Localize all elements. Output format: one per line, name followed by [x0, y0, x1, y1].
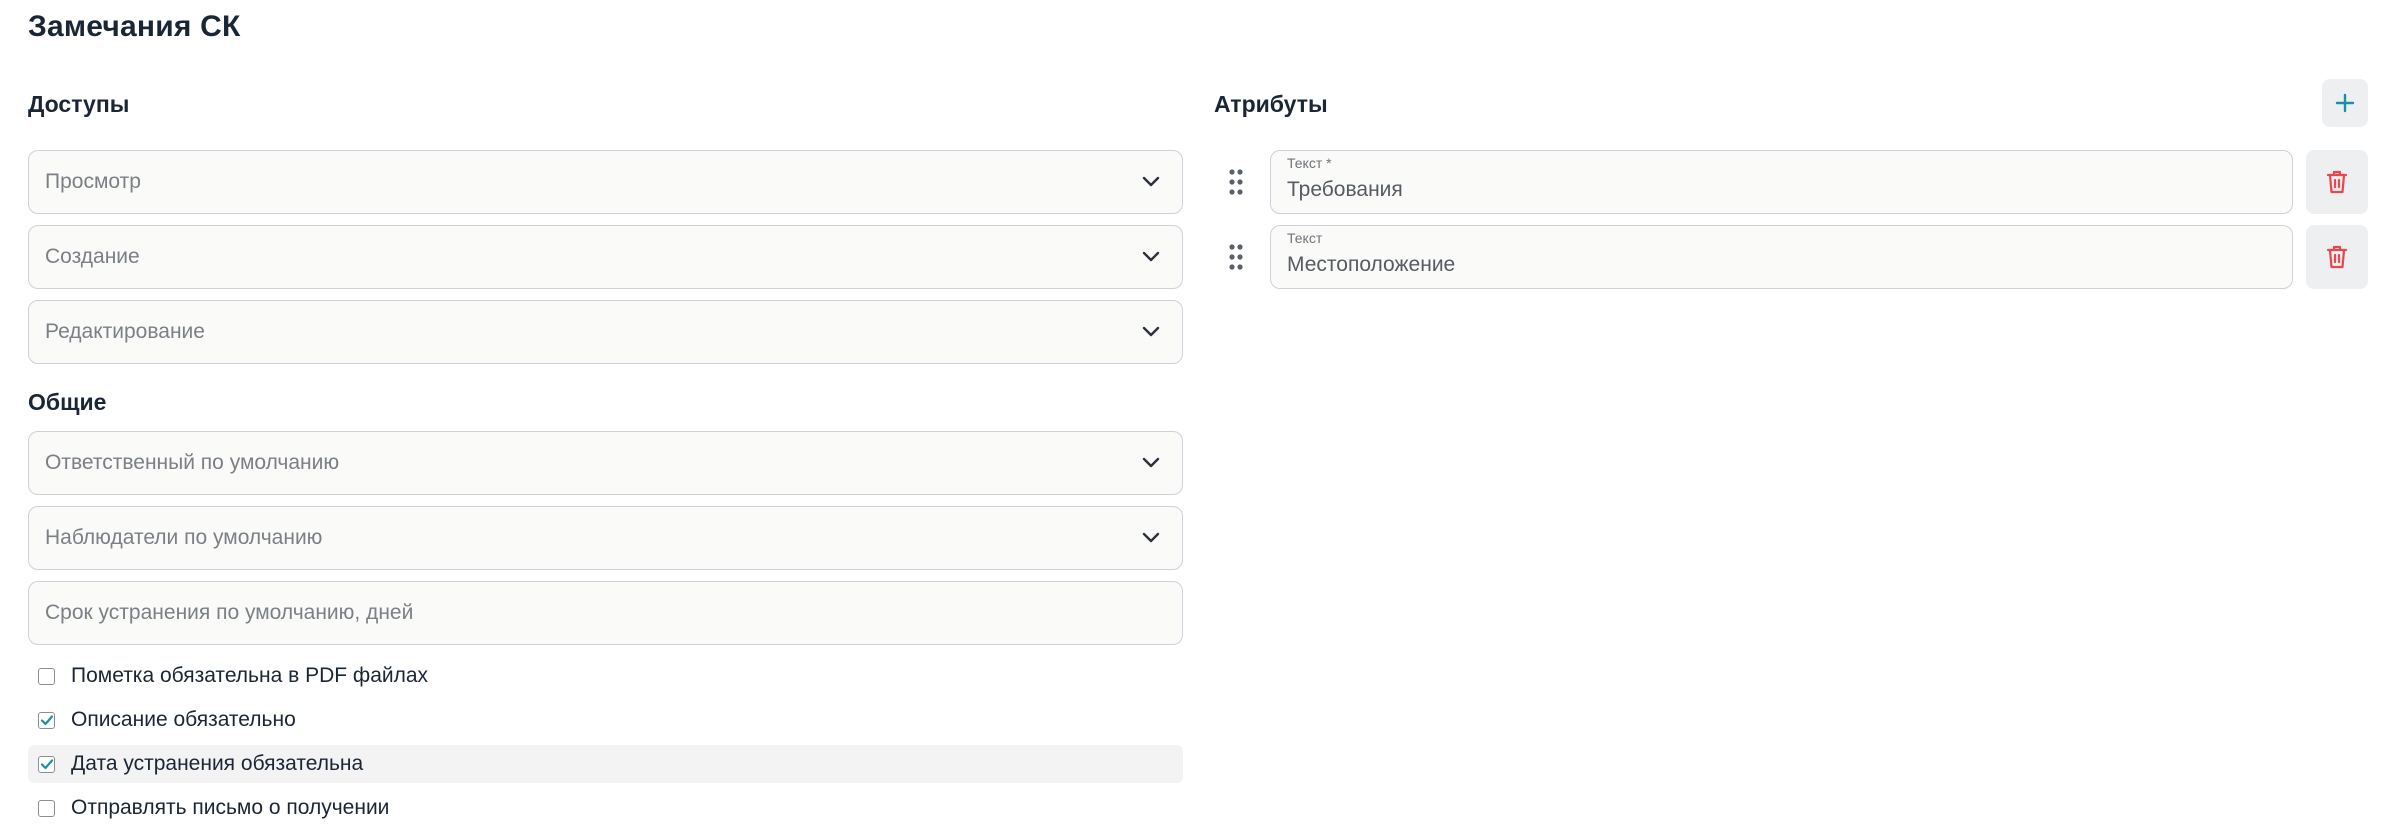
- checkbox-label: Отправлять письмо о получении: [71, 796, 390, 819]
- chevron-down-icon: [1140, 171, 1162, 193]
- chevron-down-icon: [1140, 452, 1162, 474]
- view-access-select[interactable]: Просмотр: [28, 150, 1183, 214]
- attribute-name-field[interactable]: Текст Местоположение: [1270, 225, 2293, 289]
- check-icon: [40, 759, 53, 770]
- input-placeholder: Срок устранения по умолчанию, дней: [45, 601, 414, 624]
- attributes-heading: Атрибуты: [1214, 91, 1328, 117]
- delete-attribute-button[interactable]: [2306, 150, 2368, 214]
- checkbox-row-pdf-mark[interactable]: Пометка обязательна в PDF файлах: [28, 657, 1183, 695]
- settings-page: Замечания СК Доступы Просмотр Создание Р…: [0, 0, 2384, 834]
- description-required-checkbox[interactable]: [38, 711, 55, 729]
- attribute-type-label: Текст *: [1287, 155, 1332, 171]
- default-deadline-input[interactable]: Срок устранения по умолчанию, дней: [28, 581, 1183, 645]
- delete-attribute-button[interactable]: [2306, 225, 2368, 289]
- checkbox-label: Пометка обязательна в PDF файлах: [71, 664, 429, 687]
- fix-date-required-checkbox[interactable]: [38, 755, 55, 773]
- page-title: Замечания СК: [28, 10, 241, 43]
- attribute-row: Текст Местоположение: [1218, 225, 2368, 289]
- attribute-name-field[interactable]: Текст * Требования: [1270, 150, 2293, 214]
- check-icon: [40, 715, 53, 726]
- chevron-down-icon: [1140, 321, 1162, 343]
- general-heading: Общие: [28, 389, 107, 415]
- select-placeholder: Просмотр: [45, 170, 141, 193]
- create-access-select[interactable]: Создание: [28, 225, 1183, 289]
- access-heading: Доступы: [28, 91, 130, 117]
- checkbox-row-receipt-email[interactable]: Отправлять письмо о получении: [28, 789, 1183, 827]
- select-placeholder: Редактирование: [45, 320, 205, 343]
- edit-access-select[interactable]: Редактирование: [28, 300, 1183, 364]
- trash-icon: [2326, 245, 2348, 269]
- default-observers-select[interactable]: Наблюдатели по умолчанию: [28, 506, 1183, 570]
- attribute-type-label: Текст: [1287, 230, 1323, 246]
- attribute-name-value: Требования: [1287, 178, 1403, 201]
- checkbox-row-description[interactable]: Описание обязательно: [28, 701, 1183, 739]
- select-placeholder: Создание: [45, 245, 140, 268]
- checkbox-label: Дата устранения обязательна: [71, 752, 364, 775]
- send-receipt-email-checkbox[interactable]: [38, 799, 55, 817]
- attribute-row: Текст * Требования: [1218, 150, 2368, 214]
- default-responsible-select[interactable]: Ответственный по умолчанию: [28, 431, 1183, 495]
- chevron-down-icon: [1140, 246, 1162, 268]
- checkbox-row-fix-date[interactable]: Дата устранения обязательна: [28, 745, 1183, 783]
- plus-icon: [2335, 93, 2355, 113]
- attribute-name-value: Местоположение: [1287, 253, 1456, 276]
- pdf-mark-required-checkbox[interactable]: [38, 667, 55, 685]
- drag-handle-icon[interactable]: [1228, 243, 1244, 271]
- checkbox-label: Описание обязательно: [71, 708, 296, 731]
- select-placeholder: Ответственный по умолчанию: [45, 451, 340, 474]
- select-placeholder: Наблюдатели по умолчанию: [45, 526, 323, 549]
- chevron-down-icon: [1140, 527, 1162, 549]
- trash-icon: [2326, 170, 2348, 194]
- drag-handle-icon[interactable]: [1228, 168, 1244, 196]
- add-attribute-button[interactable]: [2322, 79, 2368, 127]
